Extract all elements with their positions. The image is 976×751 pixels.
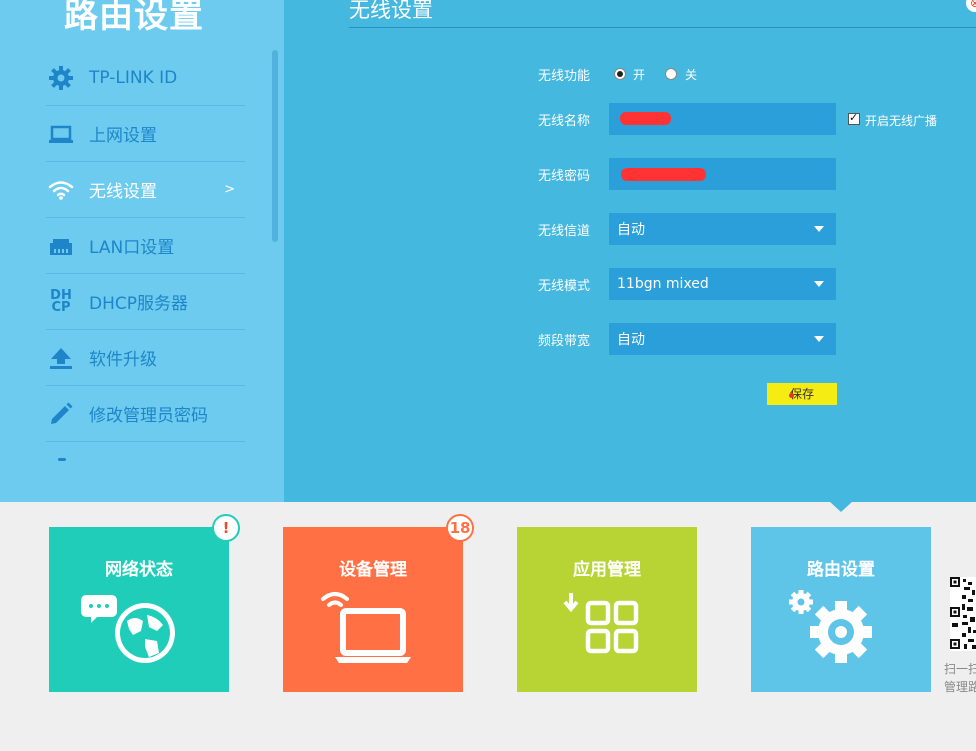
sidebar-item-label: 软件升级 — [89, 350, 157, 370]
gears-icon — [789, 590, 872, 663]
bandwidth-select[interactable]: 自动 — [609, 323, 836, 355]
channel-value: 自动 — [617, 222, 645, 238]
wireless-function-label: 无线功能 — [538, 69, 591, 84]
bandwidth-label: 频段带宽 — [538, 334, 591, 349]
dropdown-arrow-icon — [814, 336, 824, 342]
sidebar-item-label: DHCP服务器 — [89, 294, 188, 314]
laptop-icon — [46, 119, 76, 149]
title-divider — [349, 27, 976, 28]
gear-icon — [46, 63, 76, 93]
sidebar-item-label: LAN口设置 — [89, 238, 175, 258]
more-items-indicator — [58, 458, 66, 461]
channel-label: 无线信道 — [538, 224, 591, 239]
dhcp-icon: DH CP — [46, 287, 76, 317]
wireless-on-label: 开 — [633, 68, 646, 82]
wireless-on-radio[interactable] — [614, 68, 626, 80]
tile-label: 网络状态 — [105, 560, 173, 580]
qr-code-image — [950, 577, 976, 651]
dropdown-arrow-icon — [814, 281, 824, 287]
ssid-label: 无线名称 — [538, 114, 591, 129]
qr-caption-line2: 管理路由器 — [944, 680, 976, 694]
page-title: 无线设置 — [349, 0, 433, 22]
alert-badge: ! — [212, 514, 240, 542]
apps-grid-icon — [563, 593, 639, 654]
sidebar-item-label: 上网设置 — [89, 126, 157, 146]
broadcast-checkbox[interactable] — [848, 111, 860, 125]
tile-router-settings[interactable]: 路由设置 — [751, 527, 931, 692]
sidebar: 路由设置 TP-LINK ID 上网设置 无线设置 > LAN口设置 DH CP… — [0, 0, 284, 502]
sidebar-title: 路由设置 — [64, 0, 204, 36]
dropdown-arrow-icon — [814, 226, 824, 232]
sidebar-item-label: TP-LINK ID — [89, 67, 178, 88]
ethernet-port-icon — [46, 231, 76, 261]
sidebar-item-wireless[interactable]: 无线设置 > — [46, 162, 245, 218]
sidebar-item-label: 无线设置 — [89, 182, 157, 202]
qr-caption-line1: 扫一扫 — [944, 662, 976, 676]
globe-icon — [81, 595, 175, 663]
cursor-dot — [789, 393, 794, 398]
wireless-off-label: 关 — [685, 68, 698, 82]
wifi-icon — [46, 175, 76, 205]
mode-select[interactable]: 11bgn mixed — [609, 268, 836, 300]
mode-value: 11bgn mixed — [617, 276, 709, 292]
active-tile-pointer — [829, 501, 853, 512]
sidebar-item-lan[interactable]: LAN口设置 — [46, 218, 245, 274]
sidebar-menu: TP-LINK ID 上网设置 无线设置 > LAN口设置 DH CP DHCP… — [46, 50, 245, 442]
tile-label: 路由设置 — [807, 560, 875, 580]
redaction-mark — [621, 168, 706, 181]
bandwidth-value: 自动 — [617, 332, 645, 348]
tile-label: 设备管理 — [339, 560, 407, 580]
tile-network-status[interactable]: 网络状态 — [49, 527, 229, 692]
sidebar-item-admin-password[interactable]: 修改管理员密码 — [46, 386, 245, 442]
sidebar-scrollbar[interactable] — [272, 50, 278, 242]
redaction-mark — [620, 112, 671, 125]
mode-label: 无线模式 — [538, 279, 591, 294]
sidebar-item-dhcp[interactable]: DH CP DHCP服务器 — [46, 274, 245, 330]
dhcp-icon-bottom: CP — [51, 299, 71, 315]
save-button[interactable]: 保存 — [767, 383, 837, 405]
tile-device-management[interactable]: 设备管理 — [283, 527, 463, 692]
pencil-icon — [46, 399, 76, 429]
sidebar-item-upgrade[interactable]: 软件升级 — [46, 330, 245, 386]
wireless-off-radio[interactable] — [665, 68, 677, 80]
sidebar-item-label: 修改管理员密码 — [89, 406, 208, 426]
upload-icon — [46, 343, 76, 373]
sidebar-item-internet[interactable]: 上网设置 — [46, 106, 245, 162]
device-count-badge: 18 — [446, 514, 474, 542]
sidebar-item-tplink-id[interactable]: TP-LINK ID — [46, 50, 245, 106]
password-label: 无线密码 — [538, 169, 591, 184]
broadcast-label: 开启无线广播 — [865, 114, 938, 128]
channel-select[interactable]: 自动 — [609, 213, 836, 245]
chevron-right-icon: > — [224, 182, 235, 197]
tile-app-management[interactable]: 应用管理 — [517, 527, 697, 692]
tile-label: 应用管理 — [573, 560, 641, 580]
laptop-icon — [321, 592, 411, 663]
